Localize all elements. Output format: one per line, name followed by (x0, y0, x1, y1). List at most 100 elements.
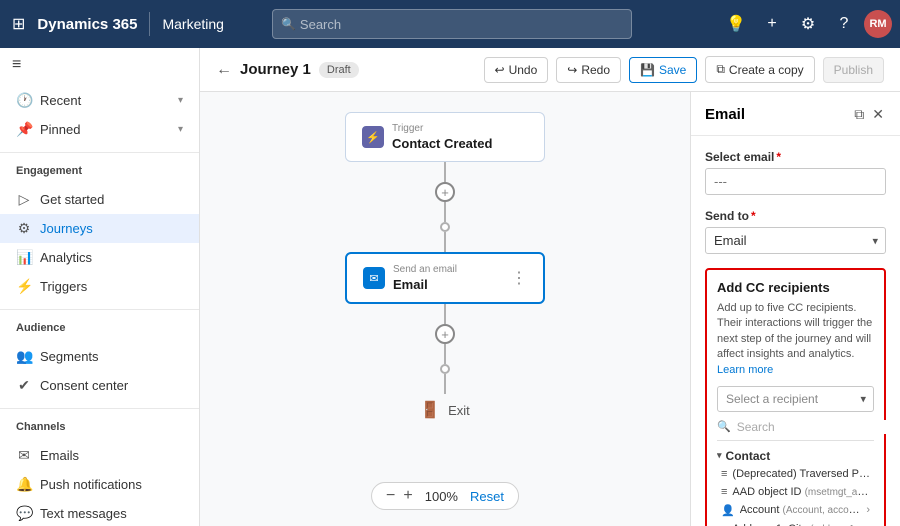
cc-description: Add up to five CC recipients. Their inte… (717, 301, 874, 378)
trigger-node[interactable]: ⚡ Trigger Contact Created (345, 112, 545, 162)
sidebar-item-label: Recent (40, 93, 81, 108)
email-node-header: Send an email (393, 264, 457, 275)
save-label: Save (659, 63, 686, 77)
sidebar-item-label: Triggers (40, 279, 87, 294)
journey-toolbar: ← Journey 1 Draft ↩ Undo ↪ Redo 💾 Save ⧉… (200, 48, 900, 92)
list-item[interactable]: 👤 Account (Account, accountid) › (717, 501, 874, 520)
sidebar-item-journeys[interactable]: ⚙ Journeys (0, 214, 199, 243)
sidebar-item-recent[interactable]: 🕐 Recent ▾ (0, 86, 199, 115)
grid-icon[interactable]: ⊞ (8, 10, 29, 38)
cc-recipients-box: Add CC recipients Add up to five CC reci… (705, 268, 886, 526)
list-item[interactable]: ≡ (Deprecated) Traversed Path (traversed… (717, 465, 874, 483)
sidebar-item-get-started[interactable]: ▷ Get started (0, 185, 199, 214)
sidebar: ≡ 🕐 Recent ▾ 📌 Pinned ▾ Engagement ▷ Get… (0, 48, 200, 526)
connector-line (444, 232, 446, 252)
sidebar-divider (0, 309, 199, 310)
copy-label: Create a copy (729, 63, 804, 77)
trigger-node-row: ⚡ Trigger Contact Created (362, 123, 528, 151)
undo-label: Undo (509, 63, 538, 77)
item-label: (Deprecated) Traversed Path (traversedpa… (732, 468, 870, 480)
plus-icon[interactable]: + (756, 8, 788, 40)
node-kebab-menu[interactable]: ⋮ (511, 268, 527, 288)
cc-title: Add CC recipients (717, 280, 874, 295)
sidebar-item-segments[interactable]: 👥 Segments (0, 342, 199, 371)
sidebar-group-channels: Channels (0, 413, 199, 437)
field-icon: ≡ (721, 468, 727, 480)
copy-icon: ⧉ (716, 62, 725, 77)
content-area: ← Journey 1 Draft ↩ Undo ↪ Redo 💾 Save ⧉… (200, 48, 900, 526)
copy-button[interactable]: ⧉ Create a copy (705, 56, 814, 83)
consent-icon: ✔ (16, 377, 32, 394)
connector-line (444, 344, 446, 364)
sidebar-audience: 👥 Segments ✔ Consent center (0, 338, 199, 404)
cc-group-header[interactable]: ▾ Contact (717, 447, 874, 465)
avatar[interactable]: RM (864, 10, 892, 38)
select-email-label: Select email * (705, 150, 886, 164)
right-panel: Email ⧉ ✕ Select email * (690, 92, 900, 526)
zoom-in-button[interactable]: + (403, 488, 412, 504)
panel-header-icons: ⧉ ✕ (852, 104, 886, 125)
panel-close-button[interactable]: ✕ (870, 104, 886, 125)
sidebar-engagement: ▷ Get started ⚙ Journeys 📊 Analytics ⚡ T… (0, 181, 199, 305)
push-icon: 🔔 (16, 476, 32, 493)
redo-icon: ↪ (567, 63, 577, 77)
cc-select-wrapper: Select a recipient (717, 386, 874, 412)
back-button[interactable]: ← (216, 61, 232, 79)
add-step-button-1[interactable]: + (435, 182, 455, 202)
settings-icon[interactable]: ⚙ (792, 8, 824, 40)
learn-more-link[interactable]: Learn more (717, 364, 773, 376)
panel-copy-icon[interactable]: ⧉ (852, 104, 866, 125)
cc-search-input[interactable] (737, 420, 892, 434)
sidebar-group-audience: Audience (0, 314, 199, 338)
zoom-reset-button[interactable]: Reset (470, 489, 504, 504)
zoom-level: 100% (421, 489, 462, 504)
sidebar-item-pinned[interactable]: 📌 Pinned ▾ (0, 115, 199, 144)
list-item[interactable]: ≡ Address 1: City (address1_city) (717, 520, 874, 526)
sidebar-item-emails[interactable]: ✉ Emails (0, 441, 199, 470)
sidebar-item-label: Emails (40, 448, 79, 463)
top-nav: ⊞ Dynamics 365 Marketing 🔍 💡 + ⚙ ? RM (0, 0, 900, 48)
text-icon: 💬 (16, 505, 32, 522)
zoom-out-button[interactable]: − (386, 488, 395, 504)
save-button[interactable]: 💾 Save (629, 57, 697, 83)
sidebar-item-label: Text messages (40, 506, 127, 521)
main-layout: ≡ 🕐 Recent ▾ 📌 Pinned ▾ Engagement ▷ Get… (0, 48, 900, 526)
email-node-icon: ✉ (363, 267, 385, 289)
send-to-field: Send to * Email (705, 209, 886, 254)
redo-button[interactable]: ↪ Redo (556, 57, 621, 83)
email-node[interactable]: ✉ Send an email Email ⋮ (345, 252, 545, 304)
sidebar-item-label: Segments (40, 349, 99, 364)
sidebar-channels: ✉ Emails 🔔 Push notifications 💬 Text mes… (0, 437, 199, 526)
sidebar-item-triggers[interactable]: ⚡ Triggers (0, 272, 199, 301)
sidebar-divider (0, 408, 199, 409)
brand-name: Dynamics 365 (37, 16, 137, 33)
lightbulb-icon[interactable]: 💡 (720, 8, 752, 40)
search-icon: 🔍 (281, 17, 296, 31)
send-to-select[interactable]: Email (705, 227, 886, 254)
trigger-node-title: Contact Created (392, 136, 492, 151)
sidebar-recent-pinned: 🕐 Recent ▾ 📌 Pinned ▾ (0, 82, 199, 148)
sidebar-item-analytics[interactable]: 📊 Analytics (0, 243, 199, 272)
hamburger-icon[interactable]: ≡ (0, 48, 199, 82)
cc-recipient-select[interactable]: Select a recipient (717, 386, 874, 412)
module-name: Marketing (162, 16, 223, 32)
panel-header: Email ⧉ ✕ (691, 92, 900, 136)
sidebar-item-push-notifications[interactable]: 🔔 Push notifications (0, 470, 199, 499)
add-step-button-2[interactable]: + (435, 324, 455, 344)
sidebar-item-consent[interactable]: ✔ Consent center (0, 371, 199, 400)
help-icon[interactable]: ? (828, 8, 860, 40)
select-email-input[interactable] (705, 168, 886, 195)
publish-button[interactable]: Publish (823, 57, 884, 83)
undo-button[interactable]: ↩ Undo (484, 57, 549, 83)
chevron-down-icon: ▾ (178, 95, 183, 106)
sidebar-item-label: Consent center (40, 378, 128, 393)
search-input[interactable] (300, 17, 623, 32)
recent-icon: 🕐 (16, 92, 32, 109)
search-bar[interactable]: 🔍 (272, 9, 632, 39)
send-to-label: Send to * (705, 209, 886, 223)
list-item[interactable]: ≡ AAD object ID (msetmgt_aadobjectid) (717, 483, 874, 501)
sidebar-item-text-messages[interactable]: 💬 Text messages (0, 499, 199, 526)
analytics-icon: 📊 (16, 249, 32, 266)
nav-divider (149, 12, 150, 36)
exit-label: Exit (448, 403, 470, 418)
